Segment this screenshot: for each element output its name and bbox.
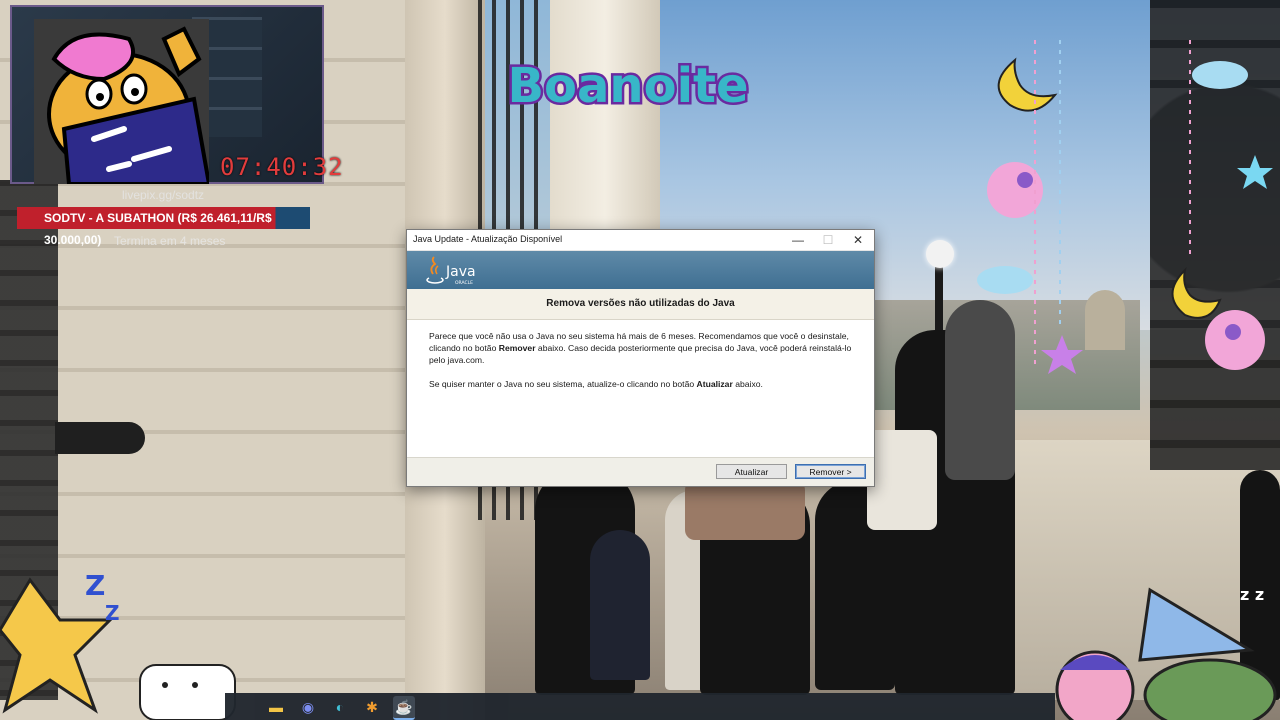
paragraph-update: Se quiser manter o Java no seu sistema, … [429,378,852,390]
discord-icon[interactable]: ◉ [297,696,319,718]
boanoite-text: Boanoite [507,58,748,114]
java-banner: Java ORACLE [407,251,874,289]
file-explorer-icon[interactable]: ▬ [265,696,287,718]
sleeping-mascot-icon [34,19,209,184]
person-coat [685,480,805,540]
oracle-logo-text: ORACLE [455,280,473,286]
boanoite-banner: Boanoite [505,56,751,117]
lamp-globe [926,240,954,268]
remover-emphasis: Remover [498,343,536,353]
person [590,530,650,680]
java-update-dialog[interactable]: Java Update - Atualização Disponível — ☐… [406,229,875,487]
svg-text:Z: Z [85,569,105,602]
svg-text:z z: z z [1240,585,1264,604]
dialog-footer: Atualizar Remover > [407,457,874,486]
java-icon[interactable]: ☕ [393,696,415,720]
window-title: Java Update - Atualização Disponível [413,234,563,244]
subathon-countdown: Termina em 4 meses [114,234,226,248]
svg-text:Z: Z [105,601,120,625]
dialog-body: Parece que você não usa o Java no seu si… [407,320,874,437]
paragraph-remove: Parece que você não usa o Java no seu si… [429,330,852,366]
door-hinge [55,422,145,454]
heading-area: Remova versões não utilizadas do Java [407,289,874,320]
close-button[interactable]: ✕ [843,230,873,250]
wizard-frog-icon: z z [1055,585,1277,720]
minimize-button[interactable]: — [783,230,813,250]
maximize-button[interactable]: ☐ [813,230,843,250]
dialog-titlebar[interactable]: Java Update - Atualização Disponível — ☐… [407,230,874,251]
edge-icon[interactable]: ◐ [329,696,351,718]
java-logo-text: Java [445,264,476,280]
stream-timer: 07:40:32 [220,153,344,181]
paragraph-text: abaixo. [732,379,763,389]
night-decorations-icon [977,40,1273,374]
app-icon[interactable]: ✱ [361,696,383,718]
subathon-bar: SODTV - A SUBATHON (R$ 26.461,11/R$ 30.0… [17,207,310,247]
tote-bag [867,430,937,530]
atualizar-emphasis: Atualizar [696,379,733,389]
dialog-heading: Remova versões não utilizadas do Java [546,298,735,309]
livepix-link: livepix.gg/sodtz [122,188,205,202]
taskbar: ▬ ◉ ◐ ✱ ☕ [225,693,1055,720]
update-button[interactable]: Atualizar [716,464,787,479]
paragraph-text: Se quiser manter o Java no seu sistema, … [429,379,697,389]
remove-button[interactable]: Remover > [795,464,866,479]
java-logo-icon: Java ORACLE [426,256,476,286]
webcam-overlay: 07:40:32 [10,5,343,184]
